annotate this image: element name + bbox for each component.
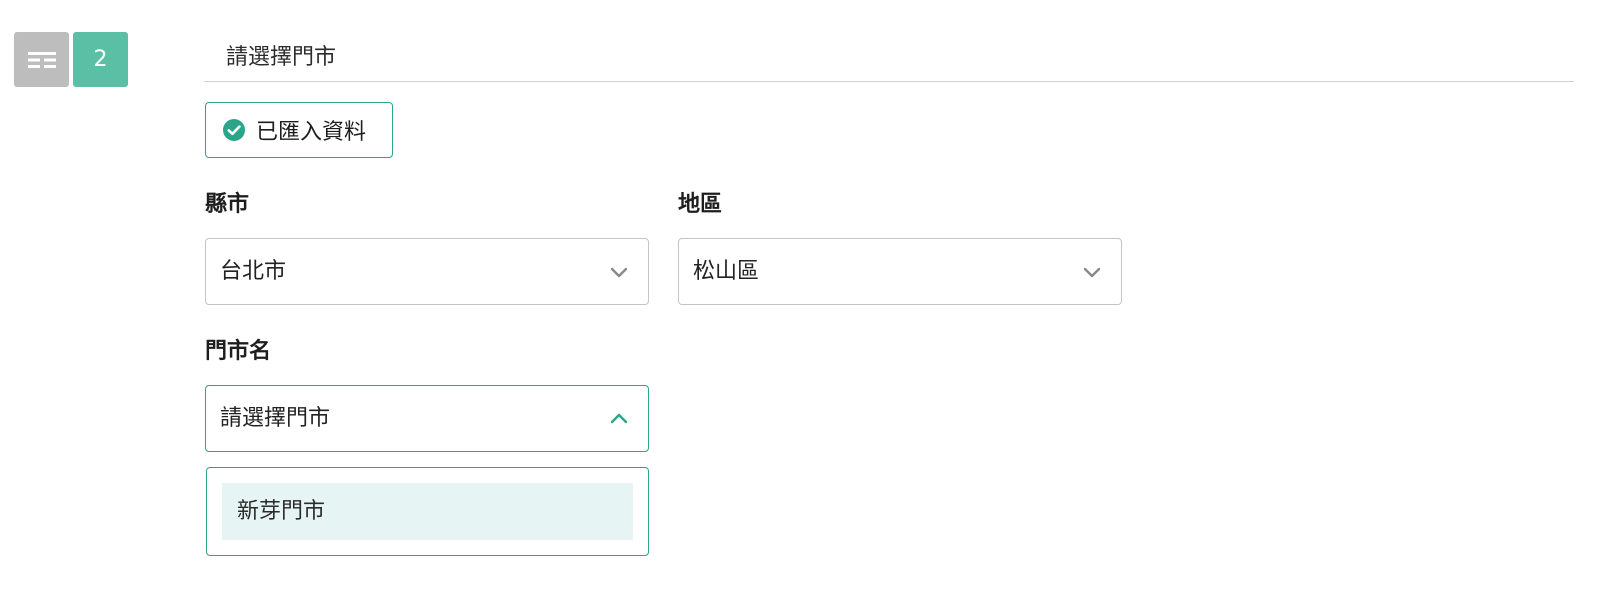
- city-label: 縣市: [205, 192, 250, 217]
- imported-status-badge: 已匯入資料: [205, 102, 393, 158]
- step-title: 請選擇門市: [204, 38, 1574, 82]
- city-select[interactable]: 台北市: [205, 238, 649, 305]
- chevron-up-icon: [610, 413, 628, 424]
- step-icon: [14, 32, 69, 87]
- store-label: 門市名: [205, 339, 272, 364]
- store-dropdown: 新芽門市: [206, 467, 649, 556]
- city-select-value: 台北市: [220, 259, 287, 284]
- district-select[interactable]: 松山區: [678, 238, 1122, 305]
- list-icon: [27, 51, 56, 68]
- district-label: 地區: [678, 192, 723, 217]
- chevron-down-icon: [610, 267, 628, 278]
- store-select[interactable]: 請選擇門市: [205, 385, 649, 452]
- chevron-down-icon: [1083, 267, 1101, 278]
- check-circle-icon: [223, 119, 245, 141]
- store-select-placeholder: 請選擇門市: [220, 406, 331, 431]
- imported-status-label: 已匯入資料: [256, 120, 367, 145]
- district-select-value: 松山區: [693, 259, 760, 284]
- store-option[interactable]: 新芽門市: [222, 483, 633, 540]
- step-number-badge: 2: [73, 32, 128, 87]
